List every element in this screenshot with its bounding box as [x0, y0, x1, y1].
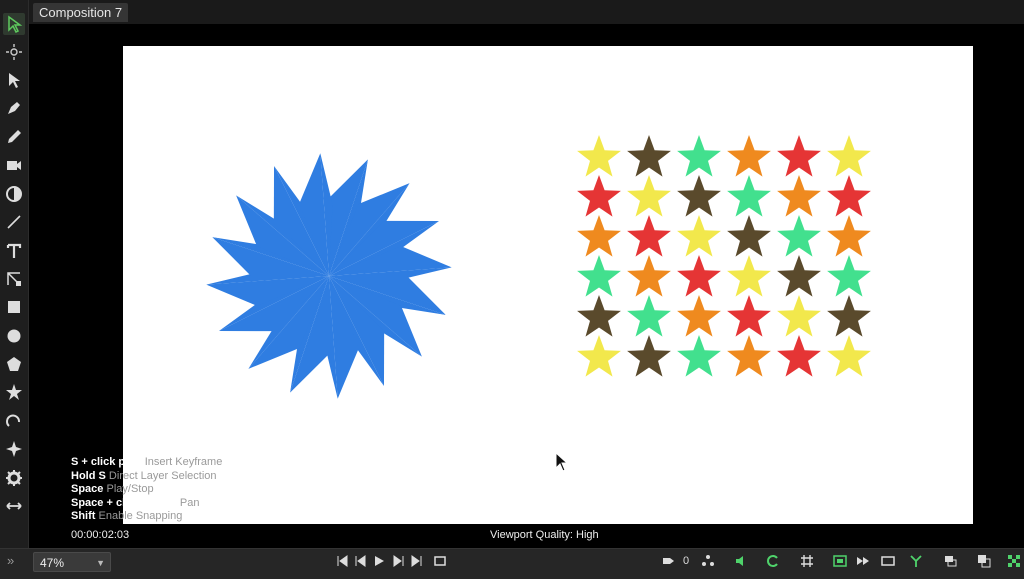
go-to-end-icon[interactable] — [409, 552, 425, 570]
pen-icon[interactable] — [3, 97, 25, 119]
star-icon[interactable] — [3, 381, 25, 403]
star-shape — [627, 215, 671, 257]
width-icon[interactable] — [3, 495, 25, 517]
star-shape — [827, 255, 871, 297]
composition-canvas[interactable] — [123, 46, 973, 524]
curve-icon[interactable] — [3, 410, 25, 432]
star-shape — [677, 175, 721, 217]
hint-line: S + click path Insert Keyframe — [71, 456, 223, 468]
render-icon[interactable] — [880, 552, 896, 570]
step-back-icon[interactable] — [353, 552, 369, 570]
hint-line: Space Play/Stop — [71, 483, 154, 495]
tab-bar: Composition 7 — [29, 0, 1024, 24]
star-shape — [577, 135, 621, 177]
chevron-down-icon: ▼ — [96, 558, 105, 568]
expand-icon[interactable]: » — [7, 553, 14, 568]
ellipse-icon[interactable] — [3, 325, 25, 347]
selection-arrow-icon[interactable] — [3, 13, 25, 35]
star-shape — [727, 295, 771, 337]
star-shape — [727, 335, 771, 377]
star-shape — [777, 335, 821, 377]
star-shape — [627, 295, 671, 337]
star-shape — [777, 175, 821, 217]
mouse-cursor-icon — [555, 452, 569, 472]
motion-blur-icon[interactable] — [765, 552, 781, 570]
star-shape — [777, 255, 821, 297]
star-shape — [627, 135, 671, 177]
star-shape — [627, 175, 671, 217]
star-shape — [827, 335, 871, 377]
text-icon[interactable] — [3, 240, 25, 262]
audio-icon[interactable] — [733, 552, 749, 570]
star-shape — [827, 135, 871, 177]
star-shape — [727, 175, 771, 217]
artwork — [206, 135, 871, 399]
star-shape — [827, 175, 871, 217]
star-shape — [827, 295, 871, 337]
star-shape — [827, 215, 871, 257]
timecode: 00:00:02:03 — [71, 529, 130, 541]
marker-counter: 0 — [682, 555, 690, 567]
rectangle-icon[interactable] — [3, 296, 25, 318]
star-shape — [577, 175, 621, 217]
star-shape — [727, 215, 771, 257]
nodes-icon[interactable] — [700, 552, 716, 570]
pencil-icon[interactable] — [3, 126, 25, 148]
star-shape — [777, 295, 821, 337]
zoom-dropdown[interactable]: 47% ▼ — [33, 552, 111, 572]
star-shape — [777, 215, 821, 257]
star-shape — [577, 255, 621, 297]
go-to-start-icon[interactable] — [334, 552, 350, 570]
star-shape — [727, 255, 771, 297]
star-shape — [627, 335, 671, 377]
play-icon[interactable] — [371, 552, 387, 570]
transform-icon[interactable] — [3, 268, 25, 290]
viewport-quality[interactable]: Viewport Quality: High — [490, 529, 599, 541]
direct-select-arrow-icon[interactable] — [3, 69, 25, 91]
move-anchor-icon[interactable] — [3, 41, 25, 63]
tab-composition[interactable]: Composition 7 — [33, 3, 129, 22]
step-forward-icon[interactable] — [390, 552, 406, 570]
camera-icon[interactable] — [3, 154, 25, 176]
hint-line: Space + click + drag Pan — [71, 496, 200, 509]
line-icon[interactable] — [3, 211, 25, 233]
loop-icon[interactable] — [432, 552, 448, 570]
orbit-icon[interactable] — [3, 183, 25, 205]
fast-forward-icon[interactable] — [855, 552, 871, 570]
gear-icon[interactable] — [3, 467, 25, 489]
star-shape — [677, 335, 721, 377]
grid-icon[interactable] — [799, 552, 815, 570]
hint-line: Shift Enable Snapping — [71, 510, 183, 522]
star-shape — [577, 295, 621, 337]
overlay-icon[interactable] — [976, 552, 992, 570]
transparency-grid-icon[interactable] — [1006, 552, 1022, 570]
branch-icon[interactable] — [908, 552, 924, 570]
sparkle-icon[interactable] — [3, 438, 25, 460]
shortcut-hints: S + click path Insert Keyframe Hold S Di… — [71, 456, 222, 524]
star-shape — [677, 255, 721, 297]
hint-line: Hold S Direct Layer Selection — [71, 469, 217, 482]
star-shape — [727, 135, 771, 177]
star-shape — [577, 335, 621, 377]
star-shape — [677, 295, 721, 337]
safe-area-icon[interactable] — [832, 552, 848, 570]
star-shape — [677, 215, 721, 257]
pentagon-icon[interactable] — [3, 353, 25, 375]
tag-icon[interactable] — [660, 552, 676, 570]
star-shape — [677, 135, 721, 177]
star-shape — [577, 215, 621, 257]
star-shape — [777, 135, 821, 177]
star-grid[interactable] — [577, 135, 871, 377]
layers-icon[interactable] — [942, 552, 958, 570]
star-shape — [627, 255, 671, 297]
starburst-shape[interactable] — [206, 153, 452, 399]
